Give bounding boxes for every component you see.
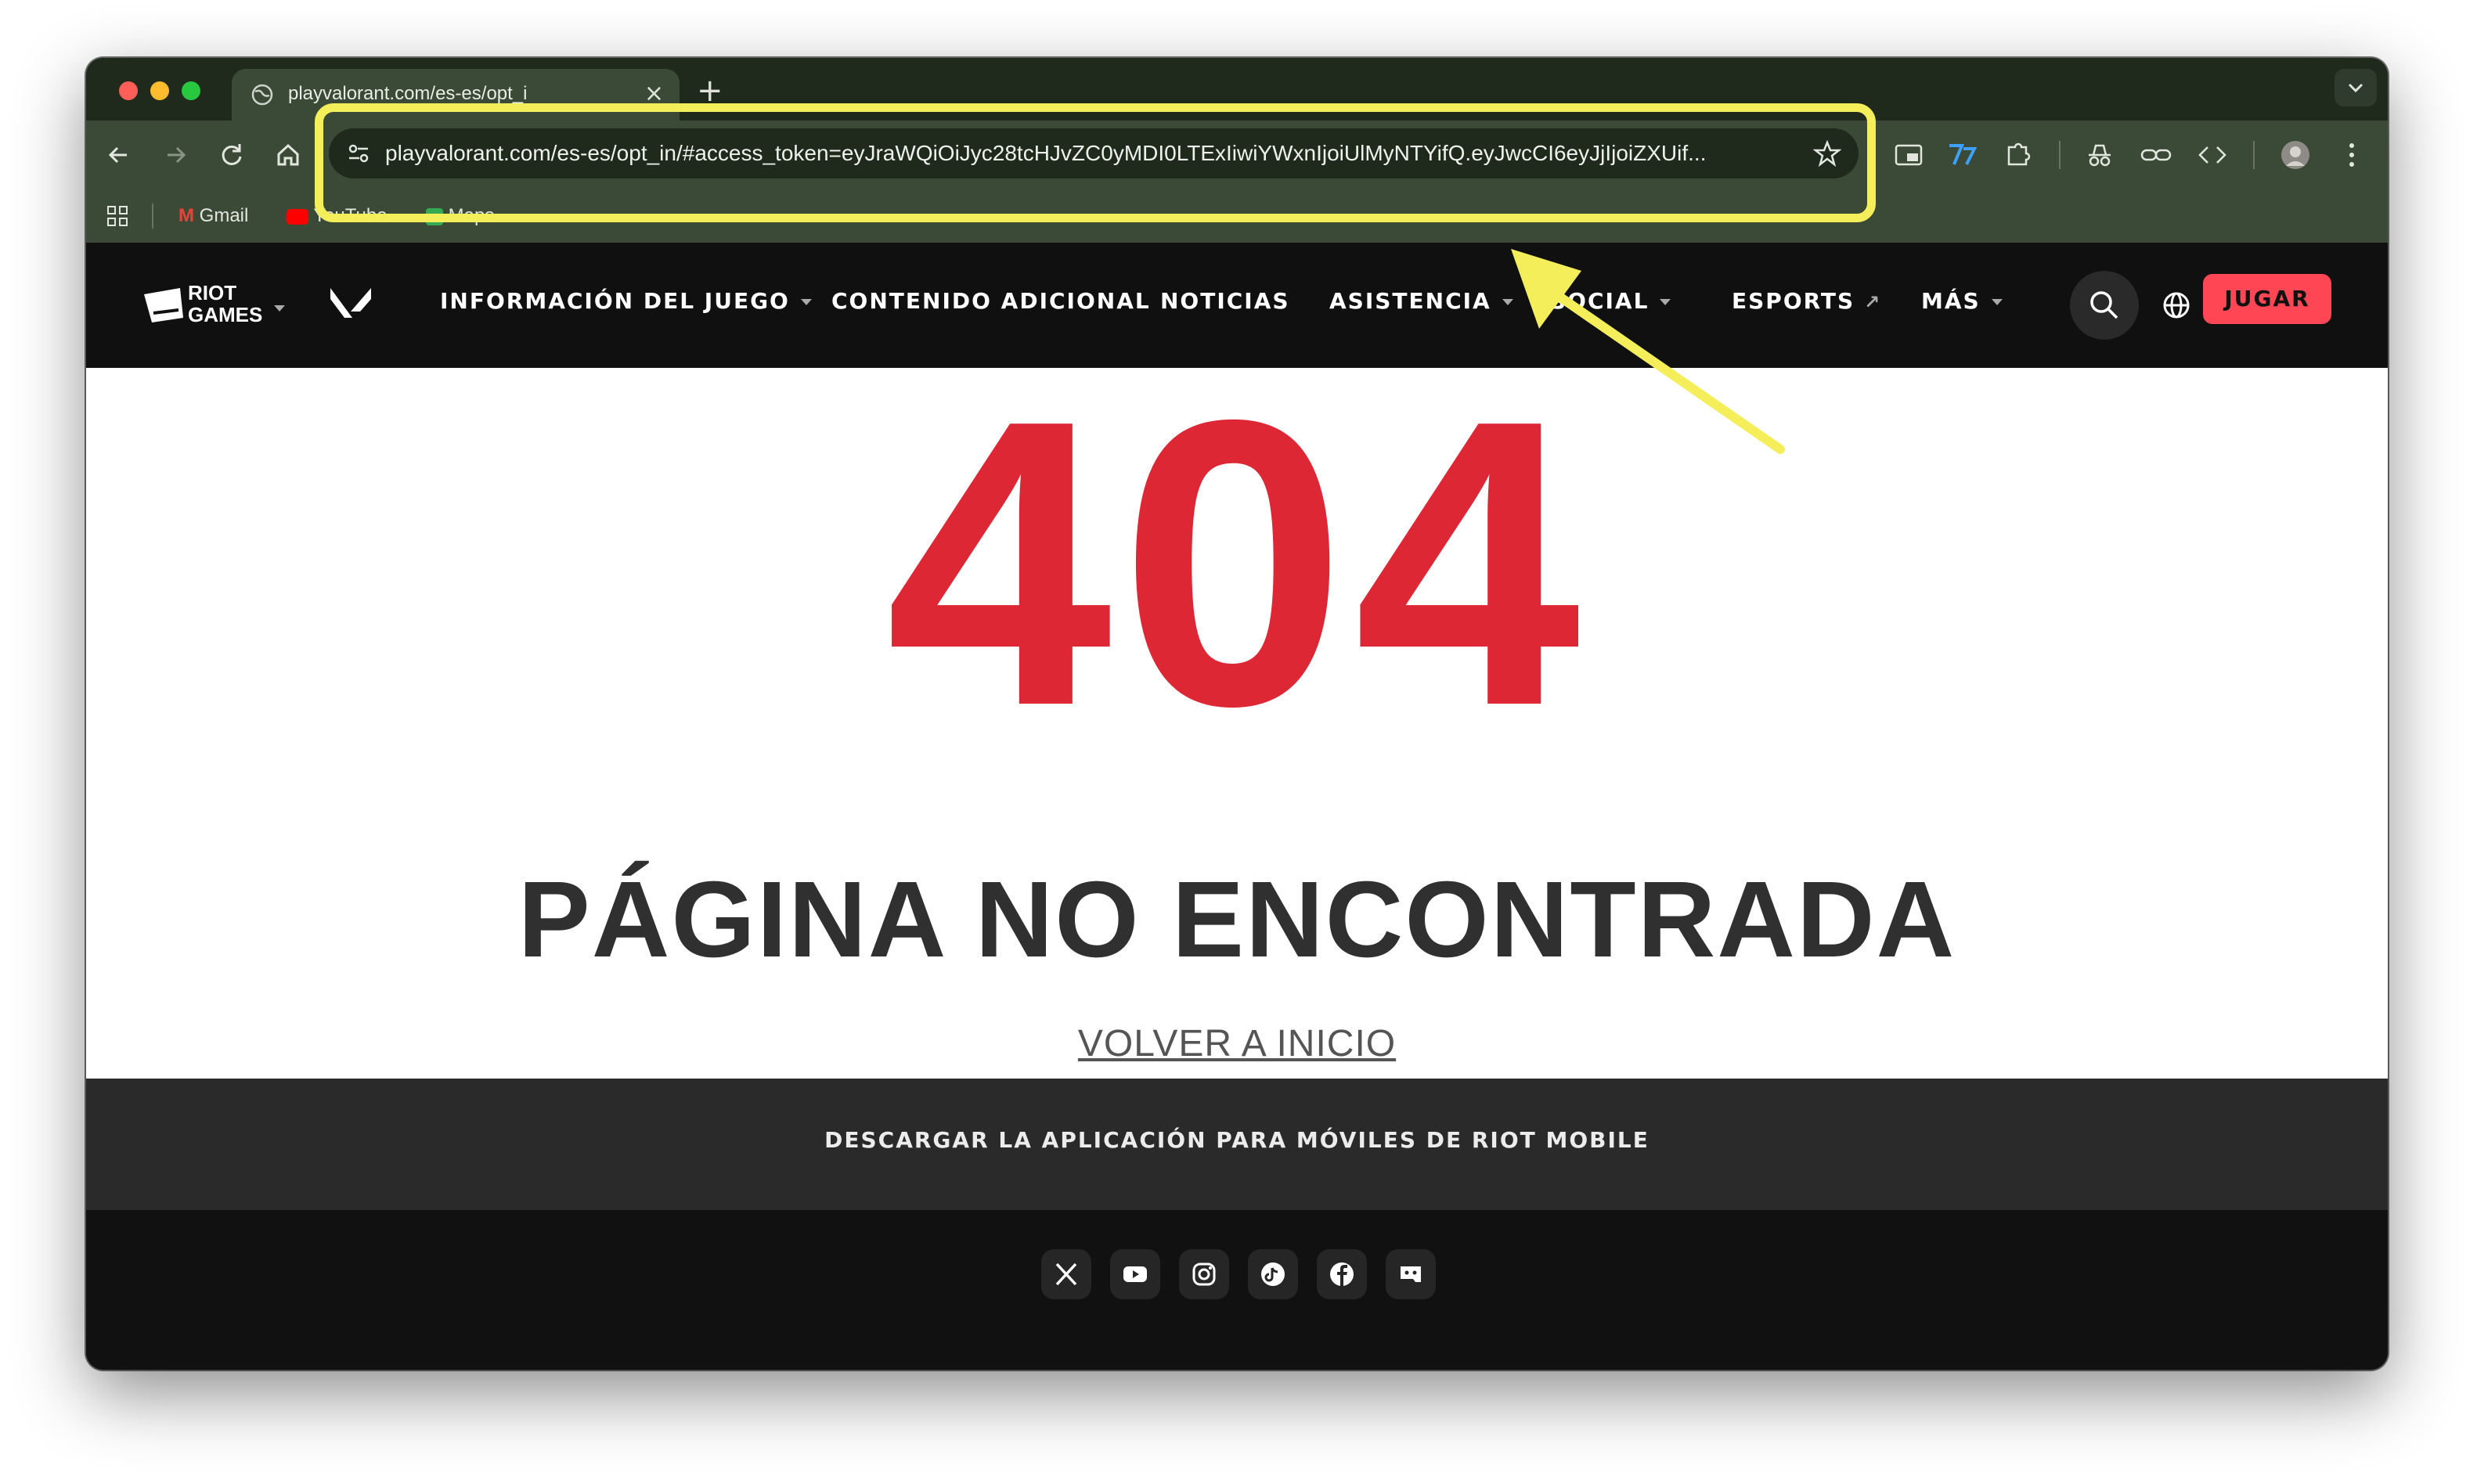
riot-games-logo[interactable]: RIOT GAMES	[141, 282, 290, 329]
facebook-icon	[1330, 1262, 1354, 1286]
more-menu-icon[interactable]	[2335, 138, 2369, 172]
valorant-logo-icon[interactable]	[329, 283, 373, 324]
error-code: 404	[885, 336, 1588, 791]
link-icon[interactable]	[2139, 138, 2173, 172]
discord-icon	[1401, 1266, 1421, 1282]
youtube-bookmark-icon	[287, 208, 308, 225]
youtube-icon	[1123, 1266, 1147, 1282]
back-arrow-icon[interactable]	[100, 136, 138, 174]
nav-label: MÁS	[1921, 288, 1981, 314]
mobile-app-banner: DESCARGAR LA APLICACIÓN PARA MÓVILES DE …	[86, 1079, 2388, 1210]
gmail-icon: M	[178, 205, 194, 226]
external-link-icon: ↗	[1863, 291, 1882, 313]
nav-label: ESPORTS	[1732, 288, 1855, 314]
tiktok-icon	[1261, 1262, 1285, 1286]
code-icon[interactable]	[2195, 138, 2230, 172]
social-instagram-button[interactable]	[1179, 1249, 1229, 1299]
nav-label: INFORMACIÓN DEL JUEGO	[440, 288, 790, 314]
close-window-button[interactable]	[119, 81, 138, 100]
maximize-window-button[interactable]	[182, 81, 200, 100]
nav-label: SOCIAL	[1550, 288, 1650, 314]
social-facebook-button[interactable]	[1317, 1249, 1367, 1299]
incognito-icon[interactable]	[2082, 138, 2117, 172]
play-button[interactable]: JUGAR	[2203, 274, 2331, 324]
chevron-down-icon	[274, 305, 285, 312]
chevron-down-icon	[800, 299, 812, 305]
nav-label: CONTENIDO ADICIONAL	[831, 288, 1151, 314]
site-search-button[interactable]	[2070, 271, 2139, 340]
home-link[interactable]: VOLVER A INICIO	[86, 1022, 2388, 1065]
picture-in-picture-icon[interactable]	[1891, 138, 1926, 172]
footer	[86, 1210, 2388, 1370]
translate-extension-icon[interactable]	[1945, 138, 1979, 172]
profile-avatar-icon[interactable]	[2278, 138, 2313, 172]
apps-grid-icon[interactable]	[105, 204, 130, 229]
reload-icon[interactable]	[213, 136, 251, 174]
social-discord-button[interactable]	[1386, 1249, 1436, 1299]
chevron-down-icon	[1502, 299, 1513, 305]
nav-label: NOTICIAS	[1160, 288, 1290, 314]
nav-label: ASISTENCIA	[1329, 288, 1491, 314]
browser-window: playvalorant.com/es-es/opt_i × + playval…	[86, 58, 2388, 1370]
toolbar-divider	[2059, 141, 2061, 169]
error-message: PÁGINA NO ENCONTRADA	[517, 859, 1956, 980]
nav-contenido-adicional[interactable]: CONTENIDO ADICIONAL	[831, 288, 1151, 314]
chevron-down-icon	[1991, 299, 2003, 305]
nav-mas[interactable]: MÁS	[1921, 288, 2003, 314]
home-icon[interactable]	[269, 136, 307, 174]
forward-arrow-icon[interactable]	[157, 136, 194, 174]
x-icon	[1055, 1262, 1077, 1286]
bookmark-gmail[interactable]: M Gmail	[178, 205, 248, 227]
bookmarks-divider	[152, 204, 153, 229]
language-globe-icon[interactable]	[2159, 288, 2194, 322]
nav-asistencia[interactable]: ASISTENCIA	[1329, 288, 1513, 314]
nav-noticias[interactable]: NOTICIAS	[1160, 288, 1290, 314]
extensions-puzzle-icon[interactable]	[2001, 138, 2035, 172]
logo-text-games: GAMES	[188, 303, 263, 326]
search-icon	[2090, 291, 2118, 319]
url-highlight-annotation	[315, 103, 1876, 222]
error-content: 404 PÁGINA NO ENCONTRADA VOLVER A INICIO	[86, 336, 2388, 1079]
social-youtube-button[interactable]	[1110, 1249, 1160, 1299]
bookmark-label: Gmail	[199, 205, 249, 226]
riot-fist-icon	[144, 288, 183, 322]
tab-title: playvalorant.com/es-es/opt_i	[288, 83, 528, 104]
nav-esports[interactable]: ESPORTS ↗	[1732, 288, 1881, 314]
nav-social[interactable]: SOCIAL	[1550, 288, 1671, 314]
globe-favicon-icon	[251, 84, 273, 106]
toolbar-divider	[2253, 141, 2255, 169]
social-x-button[interactable]	[1041, 1249, 1091, 1299]
logo-text-riot: RIOT	[188, 281, 237, 304]
new-tab-button[interactable]: +	[697, 75, 723, 106]
tab-search-button[interactable]	[2335, 69, 2377, 106]
social-tiktok-button[interactable]	[1248, 1249, 1298, 1299]
mobile-app-link[interactable]: DESCARGAR LA APLICACIÓN PARA MÓVILES DE …	[86, 1127, 2388, 1153]
minimize-window-button[interactable]	[150, 81, 169, 100]
chevron-down-icon	[2348, 83, 2363, 93]
instagram-icon	[1192, 1262, 1216, 1286]
nav-informacion-del-juego[interactable]: INFORMACIÓN DEL JUEGO	[440, 288, 812, 314]
chevron-down-icon	[1660, 299, 1671, 305]
